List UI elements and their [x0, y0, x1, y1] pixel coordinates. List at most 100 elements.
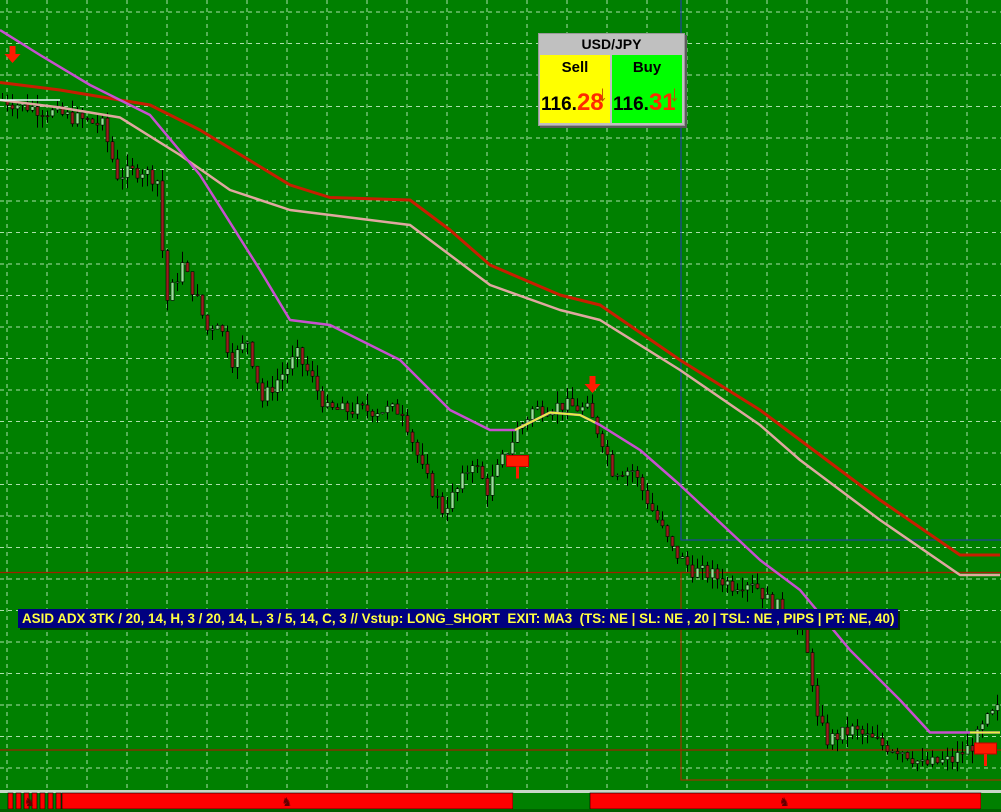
- candle-bull: [615, 475, 620, 477]
- candle-bull: [75, 112, 80, 125]
- candle-bear: [720, 578, 725, 586]
- candle-bull: [385, 406, 390, 413]
- strip-segment-neutral: [513, 793, 590, 809]
- candle-bull: [830, 733, 835, 746]
- candle-bear: [220, 325, 225, 332]
- candle-bear: [80, 112, 85, 119]
- candle-bear: [690, 564, 695, 578]
- candle-bear: [400, 413, 405, 416]
- candle-bear: [415, 442, 420, 456]
- exit-flag-pole: [516, 466, 519, 479]
- candle-bear: [705, 565, 710, 579]
- candle-bear: [825, 722, 830, 746]
- candle-bull: [955, 752, 960, 763]
- candle-bull: [340, 402, 345, 410]
- candle-bull: [580, 406, 585, 412]
- candle-bear: [45, 115, 50, 117]
- candle-bull: [920, 759, 925, 762]
- candle-bull: [155, 180, 160, 185]
- candle-bull: [980, 723, 985, 730]
- blue-box: [680, 0, 1001, 541]
- candle-bull: [120, 177, 125, 180]
- candle-bull: [245, 341, 250, 344]
- candle-bull: [510, 441, 515, 455]
- candle-bear: [760, 587, 765, 600]
- candle-bull: [355, 403, 360, 415]
- candle-bull: [915, 760, 920, 764]
- candle-bear: [635, 470, 640, 478]
- candle-bear: [435, 495, 440, 498]
- candle-bull: [865, 733, 870, 736]
- candle-bear: [485, 478, 490, 496]
- candle-bull: [125, 165, 130, 178]
- exit-flag-icon: [974, 742, 997, 755]
- candle-bull: [325, 402, 330, 408]
- candle-bear: [135, 167, 140, 179]
- candle-bear: [660, 519, 665, 527]
- candle-bear: [970, 745, 975, 752]
- candle-bear: [570, 398, 575, 407]
- candle-bear: [560, 402, 565, 411]
- candle-bull: [695, 567, 700, 578]
- candle-bull: [380, 412, 385, 415]
- candle-bull: [145, 169, 150, 175]
- candle-bull: [930, 756, 935, 765]
- sell-button[interactable]: Sell 116.28 ↓: [540, 55, 610, 123]
- candle-bull: [390, 403, 395, 407]
- candle-bear: [370, 410, 375, 417]
- candle-bull: [500, 453, 505, 465]
- strategy-label: ASID ADX 3TK / 20, 14, H, 3 / 20, 14, L,…: [18, 609, 899, 628]
- candle-bull: [765, 594, 770, 600]
- candle-bull: [585, 402, 590, 408]
- sell-price: 116.28: [541, 89, 604, 117]
- candle-bear: [10, 104, 15, 110]
- candle-bull: [630, 470, 635, 472]
- candle-bear: [730, 580, 735, 592]
- candle-bear: [610, 454, 615, 477]
- candle-bear: [345, 402, 350, 412]
- candle-bear: [150, 169, 155, 185]
- candle-bull: [375, 413, 380, 417]
- candle-bull: [65, 111, 70, 115]
- price-chart[interactable]: ♞ ♞ ♞: [0, 0, 1001, 812]
- candle-bear: [405, 415, 410, 433]
- candle-bear: [605, 446, 610, 455]
- candle-bear: [350, 411, 355, 415]
- candle-bull: [30, 106, 35, 111]
- exit-flag-icon: [506, 455, 529, 467]
- candle-bear: [205, 314, 210, 331]
- candle-bull: [505, 453, 510, 456]
- candle-bear: [810, 652, 815, 686]
- bull-icon: ♞: [282, 795, 293, 809]
- candle-bull: [565, 398, 570, 411]
- strip-segment-neutral: [0, 793, 8, 809]
- candle-bear: [910, 758, 915, 764]
- candle-bull: [985, 713, 990, 725]
- candle-bear: [715, 568, 720, 580]
- candle-bear: [440, 496, 445, 514]
- candle-bull: [625, 471, 630, 477]
- candle-bear: [185, 262, 190, 273]
- candle-bull: [170, 282, 175, 301]
- candle-bull: [700, 565, 705, 569]
- candle-bear: [860, 729, 865, 735]
- candle-bull: [900, 752, 905, 755]
- candle-bear: [320, 390, 325, 408]
- candle-bear: [480, 466, 485, 479]
- candle-bear: [755, 583, 760, 589]
- candle-bear: [650, 503, 655, 511]
- candle-bull: [280, 374, 285, 381]
- candle-bear: [815, 685, 820, 717]
- candle-bear: [960, 752, 965, 755]
- candle-bear: [425, 463, 430, 474]
- exit-flag-pole: [984, 754, 987, 766]
- buy-button[interactable]: Buy 116.31 ↓: [612, 55, 682, 123]
- candle-bull: [210, 328, 215, 331]
- candle-bear: [160, 180, 165, 251]
- ma-line-ma-mid: [0, 98, 1000, 577]
- candle-bear: [905, 752, 910, 759]
- candle-bear: [365, 404, 370, 412]
- candle-bull: [465, 472, 470, 474]
- strip-segment-mixed: [39, 792, 46, 810]
- buy-label: Buy: [632, 59, 662, 76]
